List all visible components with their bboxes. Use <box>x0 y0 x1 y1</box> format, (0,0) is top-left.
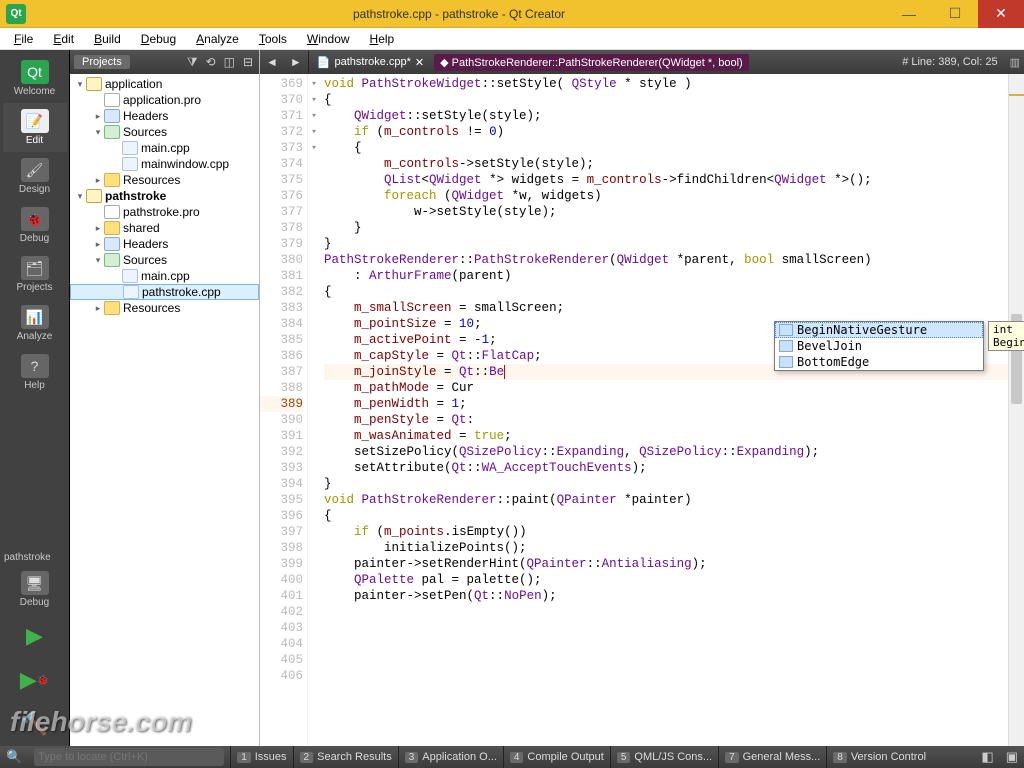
run-button[interactable]: ▶ <box>7 618 63 654</box>
close-button[interactable]: ✕ <box>978 0 1024 28</box>
window-title: pathstroke.cpp - pathstroke - Qt Creator <box>32 7 886 21</box>
cursor-position: # Line: 389, Col: 25 <box>894 56 1005 68</box>
tree-item[interactable]: mainwindow.cpp <box>70 156 259 172</box>
project-tree[interactable]: ▾application application.pro▸Headers▾Sou… <box>70 74 259 746</box>
filter-icon[interactable]: ⧩ <box>185 55 200 70</box>
menu-edit[interactable]: Edit <box>43 32 84 46</box>
project-panel: Projects ⧩ ⟲ ◫ ⊟ ▾application applicatio… <box>70 50 260 746</box>
split-icon[interactable]: ◫ <box>222 55 237 69</box>
output-panel-4[interactable]: 4Compile Output <box>503 746 610 768</box>
split-editor-icon[interactable]: ▥ <box>1006 56 1024 69</box>
output-panel-5[interactable]: 5QML/JS Cons... <box>610 746 718 768</box>
editor-toolbar: ◄ ► 📄 pathstroke.cpp* ✕ ◆ PathStrokeRend… <box>260 50 1024 74</box>
autocomplete-popup[interactable]: BeginNativeGestureBevelJoinBottomEdge <box>774 321 984 371</box>
output-panel-2[interactable]: 2Search Results <box>293 746 398 768</box>
mode-help[interactable]: ?Help <box>3 348 67 397</box>
mode-design[interactable]: 🖌Design <box>3 152 67 201</box>
project-toolbar: Projects ⧩ ⟲ ◫ ⊟ <box>70 50 259 74</box>
mode-welcome[interactable]: QtWelcome <box>3 54 67 103</box>
symbol-icon: ◆ <box>440 57 448 69</box>
mode-bar: QtWelcome📝Edit🖌Design🐞Debug🗂Projects📊Ana… <box>0 50 70 746</box>
bottom-bar: 🔍 1Issues2Search Results3Application O..… <box>0 746 1024 768</box>
locator-input[interactable] <box>38 751 220 763</box>
file-tab-label: pathstroke.cpp* <box>334 56 410 68</box>
title-bar: Qt pathstroke.cpp - pathstroke - Qt Crea… <box>0 0 1024 28</box>
build-button[interactable]: 🔨 <box>7 706 63 742</box>
tree-item[interactable]: application.pro <box>70 92 259 108</box>
menu-window[interactable]: Window <box>297 32 360 46</box>
nav-back-icon[interactable]: ◄ <box>260 55 284 69</box>
kit-selector[interactable]: 🖥Debug <box>3 565 67 614</box>
autocomplete-tooltip: int BeginNativeGesture <box>988 321 1024 351</box>
project-view-selector[interactable]: Projects <box>74 55 130 69</box>
code-editor[interactable]: 3693703713723733743753763773783793803813… <box>260 74 1024 746</box>
autocomplete-item[interactable]: BottomEdge <box>775 354 983 370</box>
run-debug-button[interactable]: ▶🐞 <box>7 662 63 698</box>
mode-edit[interactable]: 📝Edit <box>3 103 67 152</box>
menu-help[interactable]: Help <box>360 32 405 46</box>
menu-bar: FileEditBuildDebugAnalyzeToolsWindowHelp <box>0 28 1024 50</box>
mode-projects[interactable]: 🗂Projects <box>3 250 67 299</box>
tree-item[interactable]: ▾Sources <box>70 252 259 268</box>
autocomplete-item[interactable]: BevelJoin <box>775 338 983 354</box>
locate-icon[interactable]: 🔍 <box>0 749 28 765</box>
tree-item[interactable]: ▸Resources <box>70 172 259 188</box>
file-tab[interactable]: 📄 pathstroke.cpp* ✕ <box>308 51 432 73</box>
progress-icon[interactable]: ▣ <box>1000 749 1024 765</box>
window-controls: — ☐ ✕ <box>886 0 1024 28</box>
autocomplete-item[interactable]: BeginNativeGesture <box>775 322 983 338</box>
mode-debug[interactable]: 🐞Debug <box>3 201 67 250</box>
tree-item[interactable]: ▸Resources <box>70 300 259 316</box>
tree-item[interactable]: ▸shared <box>70 220 259 236</box>
output-panel-1[interactable]: 1Issues <box>230 746 292 768</box>
tree-item[interactable]: ▸Headers <box>70 236 259 252</box>
fold-column[interactable]: ▾▾▾▾▾ <box>308 74 320 746</box>
sync-icon[interactable]: ⟲ <box>204 55 218 69</box>
menu-build[interactable]: Build <box>84 32 131 46</box>
tree-item[interactable]: ▾application <box>70 76 259 92</box>
file-icon: 📄 <box>317 56 331 69</box>
file-tab-close-icon[interactable]: ✕ <box>415 56 424 69</box>
output-panel-7[interactable]: 7General Mess... <box>718 746 826 768</box>
tree-item[interactable]: pathstroke.pro <box>70 204 259 220</box>
symbol-breadcrumb[interactable]: ◆ PathStrokeRenderer::PathStrokeRenderer… <box>434 54 749 71</box>
maximize-button[interactable]: ☐ <box>932 0 978 28</box>
line-gutter[interactable]: 3693703713723733743753763773783793803813… <box>260 74 308 746</box>
tree-item[interactable]: ▾Sources <box>70 124 259 140</box>
menu-analyze[interactable]: Analyze <box>186 32 249 46</box>
menu-file[interactable]: File <box>4 32 43 46</box>
output-panel-8[interactable]: 8Version Control <box>826 746 932 768</box>
tree-item[interactable]: pathstroke.cpp <box>70 284 259 300</box>
tree-item[interactable]: main.cpp <box>70 140 259 156</box>
menu-tools[interactable]: Tools <box>249 32 297 46</box>
mode-analyze[interactable]: 📊Analyze <box>3 299 67 348</box>
code-content[interactable]: void PathStrokeWidget::setStyle( QStyle … <box>320 74 1008 746</box>
kit-project-label: pathstroke <box>0 550 69 565</box>
tree-item[interactable]: main.cpp <box>70 268 259 284</box>
tree-item[interactable]: ▾pathstroke <box>70 188 259 204</box>
minimize-button[interactable]: — <box>886 0 932 28</box>
editor-area: ◄ ► 📄 pathstroke.cpp* ✕ ◆ PathStrokeRend… <box>260 50 1024 746</box>
locator-search[interactable] <box>34 748 224 766</box>
close-panel-icon[interactable]: ⊟ <box>241 55 255 69</box>
vertical-scrollbar[interactable] <box>1008 74 1024 746</box>
tree-item[interactable]: ▸Headers <box>70 108 259 124</box>
workspace: QtWelcome📝Edit🖌Design🐞Debug🗂Projects📊Ana… <box>0 50 1024 746</box>
app-icon: Qt <box>6 4 26 24</box>
toggle-sidebar-icon[interactable]: ◧ <box>975 749 999 765</box>
nav-forward-icon[interactable]: ► <box>284 55 308 69</box>
menu-debug[interactable]: Debug <box>131 32 186 46</box>
output-panel-3[interactable]: 3Application O... <box>398 746 503 768</box>
